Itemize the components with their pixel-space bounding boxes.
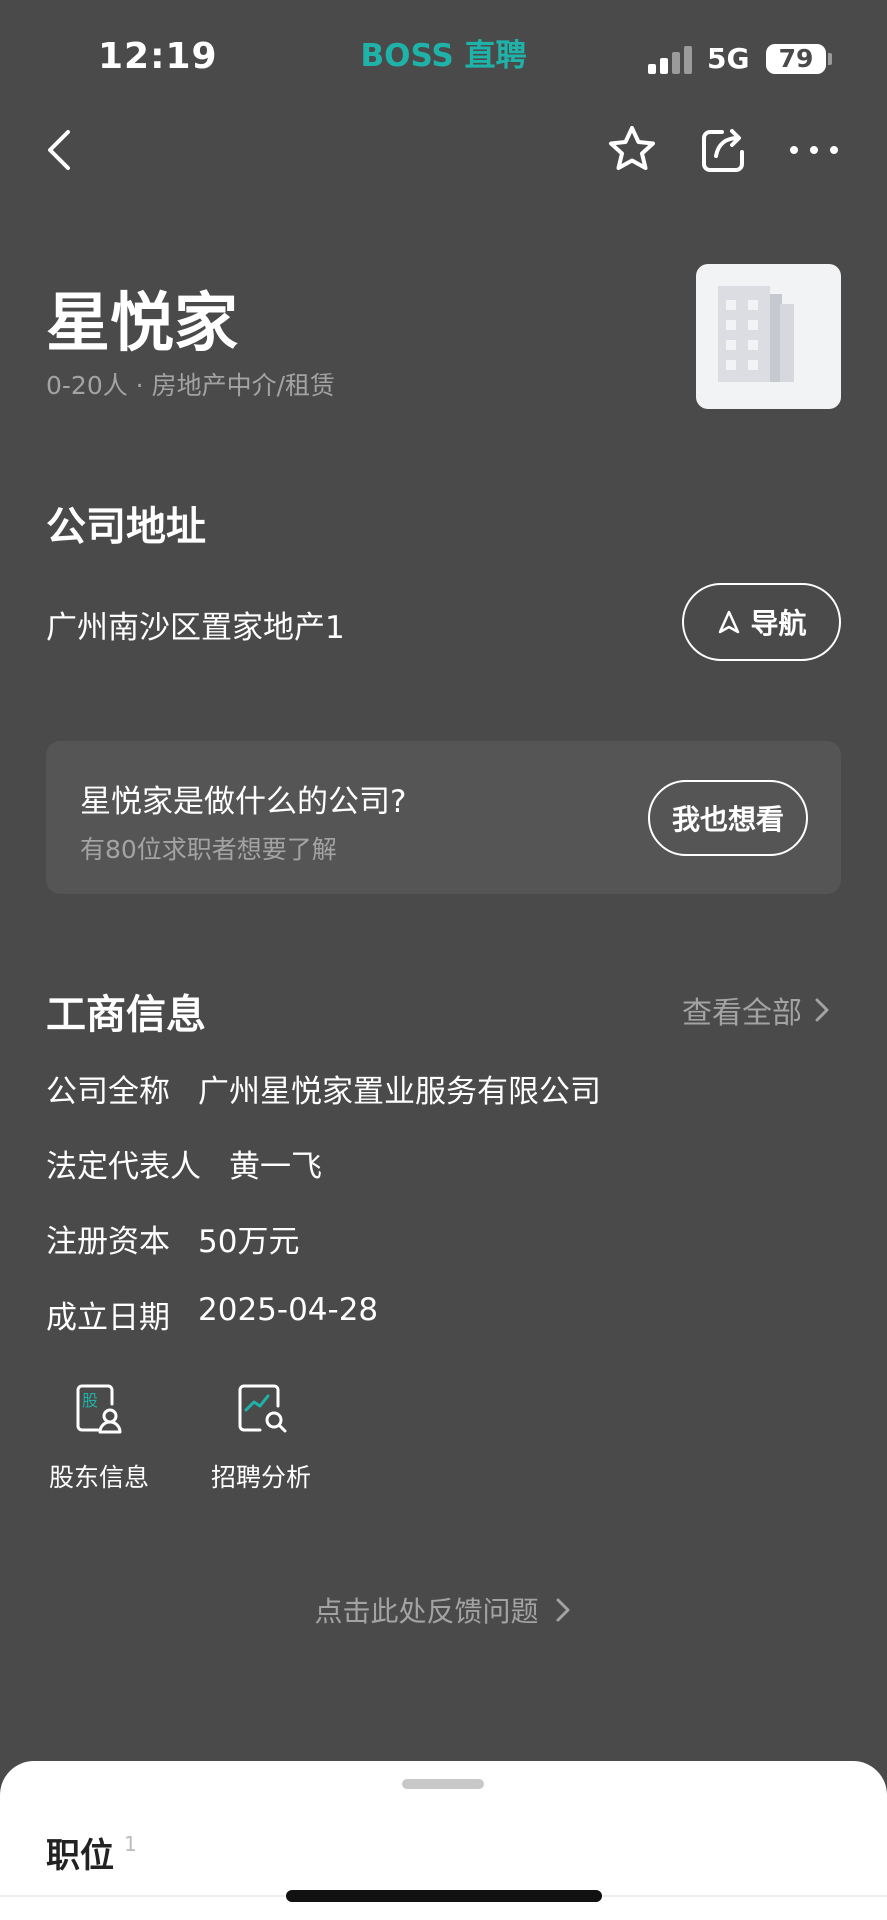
info-row-capital: 注册资本 50万元 — [46, 1216, 299, 1261]
company-meta: 0-20人 · 房地产中介/租赁 — [46, 371, 336, 400]
shareholder-icon: 股 — [76, 1384, 122, 1434]
star-icon[interactable] — [604, 122, 660, 178]
navigation-arrow-icon — [719, 610, 740, 634]
navigation-button-label: 导航 — [750, 608, 807, 639]
info-label: 公司全称 — [46, 1074, 170, 1110]
info-label: 注册资本 — [46, 1224, 170, 1260]
info-row-legal-rep: 法定代表人 黄一飞 — [46, 1141, 322, 1186]
info-row-full-name: 公司全称 广州星悦家置业服务有限公司 — [46, 1066, 601, 1111]
info-label: 成立日期 — [46, 1300, 170, 1336]
jobs-tab-title[interactable]: 职位 — [46, 1828, 114, 1877]
info-value: 50万元 — [198, 1224, 300, 1260]
view-all-label: 查看全部 — [682, 996, 802, 1031]
feedback-link[interactable]: 点击此处反馈问题 — [0, 1590, 887, 1630]
address-text[interactable]: 广州南沙区置家地产1 — [46, 602, 345, 647]
network-type: 5G — [707, 42, 750, 75]
business-info-title: 工商信息 — [46, 992, 206, 1038]
info-value: 2025-04-28 — [198, 1292, 379, 1328]
sheet-drag-handle[interactable] — [402, 1779, 484, 1789]
building-icon — [718, 286, 794, 382]
signal-icon — [648, 46, 694, 74]
view-all-link[interactable]: 查看全部 — [682, 988, 832, 1032]
feedback-label: 点击此处反馈问题 — [314, 1595, 539, 1628]
info-label: 法定代表人 — [46, 1149, 201, 1185]
shareholder-info-label: 股东信息 — [48, 1463, 149, 1492]
battery-icon: 79 — [766, 44, 826, 74]
more-icon[interactable] — [786, 122, 842, 178]
brand-logo-text: BOSS 直聘 — [360, 38, 527, 74]
recruit-analysis-tool[interactable]: 招聘分析 — [205, 1378, 317, 1494]
company-question: 星悦家是做什么的公司? — [80, 784, 407, 820]
analysis-icon — [238, 1384, 287, 1433]
company-question-sub: 有80位求职者想要了解 — [80, 835, 337, 864]
info-value: 广州星悦家置业服务有限公司 — [198, 1074, 601, 1110]
svg-text:股: 股 — [82, 1391, 98, 1410]
recruit-analysis-label: 招聘分析 — [210, 1463, 311, 1492]
company-name: 星悦家 — [46, 287, 238, 361]
address-section-title: 公司地址 — [46, 504, 206, 550]
jobs-count: 1 — [124, 1832, 137, 1856]
info-value: 黄一飞 — [229, 1149, 322, 1185]
shareholder-info-tool[interactable]: 股 股东信息 — [44, 1378, 154, 1494]
share-icon[interactable] — [696, 122, 752, 178]
company-logo[interactable] — [696, 264, 841, 409]
info-row-founded: 成立日期 2025-04-28 — [46, 1292, 378, 1337]
navigation-button[interactable]: 导航 — [682, 583, 841, 661]
battery-tip — [828, 53, 832, 65]
want-to-know-button[interactable]: 我也想看 — [648, 780, 808, 856]
chevron-left-icon[interactable] — [34, 122, 90, 178]
chevron-right-icon — [815, 998, 829, 1022]
chevron-right-icon — [556, 1598, 569, 1622]
home-indicator[interactable] — [286, 1890, 602, 1902]
